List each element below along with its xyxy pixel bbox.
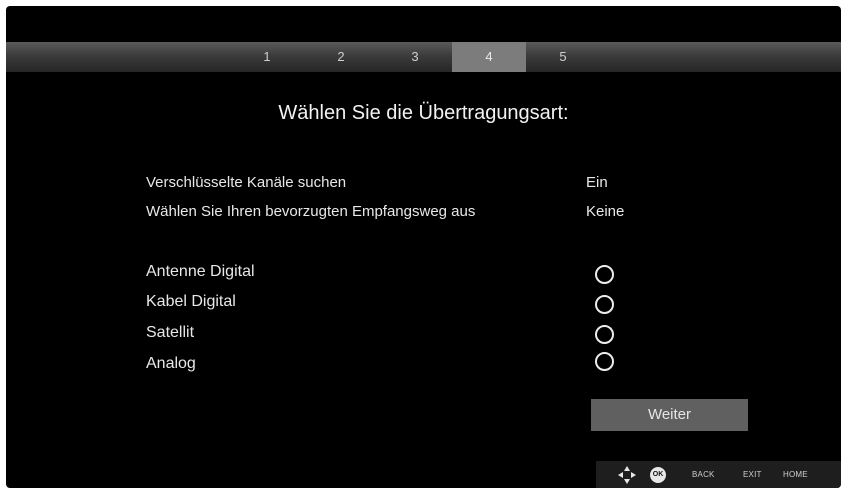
option-satellit-radio[interactable] (595, 325, 614, 344)
step-2: 2 (337, 49, 345, 64)
ok-button-icon: OK (650, 467, 666, 483)
home-hint: HOME (783, 470, 808, 479)
step-4-current: 4 (452, 42, 526, 72)
tv-screen: 1 2 3 4 5 Wählen Sie die Übertragungsart… (6, 6, 841, 488)
preferred-reception-label: Wählen Sie Ihren bevorzugten Empfangsweg… (146, 203, 476, 220)
dpad-icon (618, 466, 636, 484)
encrypted-channels-label: Verschlüsselte Kanäle suchen (146, 174, 347, 191)
option-satellit-label: Satellit (146, 324, 195, 341)
encrypted-channels-value[interactable]: Ein (586, 174, 608, 191)
option-analog-label: Analog (146, 355, 196, 372)
page-title: Wählen Sie die Übertragungsart: (278, 102, 569, 124)
option-antenne-digital-radio[interactable] (595, 265, 614, 284)
exit-hint: EXIT (743, 470, 762, 479)
step-1: 1 (263, 49, 271, 64)
option-analog-radio[interactable] (595, 352, 614, 371)
step-progress-bar: 1 2 3 4 5 (6, 42, 841, 72)
step-list: 1 2 3 4 5 (230, 42, 600, 72)
step-3: 3 (411, 49, 419, 64)
remote-help-bar: OK BACK EXIT HOME (596, 461, 841, 488)
preferred-reception-value[interactable]: Keine (586, 203, 624, 220)
next-button[interactable]: Weiter (591, 399, 748, 431)
step-5: 5 (559, 49, 567, 64)
option-kabel-digital-radio[interactable] (595, 295, 614, 314)
back-hint: BACK (692, 470, 715, 479)
option-kabel-digital-label: Kabel Digital (146, 293, 236, 310)
option-antenne-digital-label: Antenne Digital (146, 263, 255, 280)
